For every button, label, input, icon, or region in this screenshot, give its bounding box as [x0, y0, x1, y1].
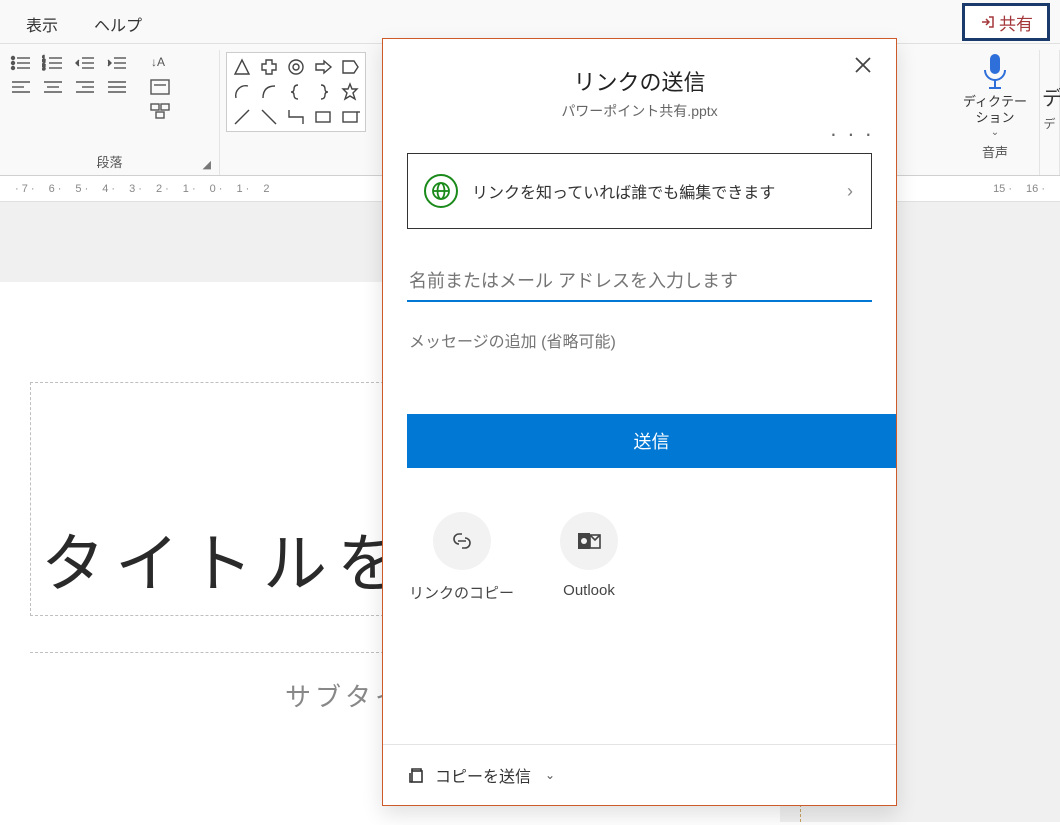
align-justify-button[interactable]	[102, 76, 132, 98]
close-icon	[854, 56, 872, 74]
share-options: リンクのコピー Outlook	[409, 512, 896, 603]
shape-arc-icon[interactable]	[229, 80, 256, 105]
shape-line2-icon[interactable]	[256, 104, 283, 129]
shape-connector-icon[interactable]	[256, 80, 283, 105]
align-right-button[interactable]	[70, 76, 100, 98]
message-input[interactable]	[407, 326, 872, 356]
shape-rect-icon[interactable]	[309, 104, 336, 129]
chevron-down-icon: ⌄	[991, 127, 999, 138]
chevron-right-icon: ›	[847, 181, 853, 202]
more-options-button[interactable]: · · ·	[830, 121, 874, 147]
align-center-button[interactable]	[38, 76, 68, 98]
decrease-indent-button[interactable]	[70, 52, 100, 74]
shape-more-icon[interactable]	[336, 104, 363, 129]
convert-smartart-button[interactable]	[145, 100, 175, 122]
outlook-option[interactable]: Outlook	[560, 512, 618, 603]
dialog-filename: パワーポイント共有.pptx	[403, 101, 876, 121]
tab-help[interactable]: ヘルプ	[76, 0, 160, 43]
svg-text:3: 3	[42, 66, 46, 72]
link-icon	[433, 512, 491, 570]
shape-line-icon[interactable]	[229, 104, 256, 129]
dictation-button[interactable]: ディクテー ション ⌄	[963, 52, 1027, 138]
share-dialog: リンクの送信 パワーポイント共有.pptx · · · リンクを知っていれば誰で…	[382, 38, 897, 806]
paragraph-dialog-launcher-icon[interactable]: ◢	[203, 158, 211, 171]
shapes-group	[220, 50, 380, 175]
partial-group: デ デ	[1040, 50, 1060, 175]
shape-triangle-icon[interactable]	[229, 55, 256, 80]
dialog-title: リンクの送信	[403, 65, 876, 97]
shape-brace-right-icon[interactable]	[309, 80, 336, 105]
send-copy-button[interactable]: コピーを送信 ⌄	[383, 744, 896, 805]
chevron-down-icon: ⌄	[545, 768, 555, 782]
microphone-icon	[979, 52, 1011, 92]
numbering-button[interactable]: 123	[38, 52, 68, 74]
shape-star-icon[interactable]	[336, 80, 363, 105]
align-text-button[interactable]	[145, 76, 175, 98]
shape-plus-icon[interactable]	[256, 55, 283, 80]
paragraph-group: 123 ↓A 段落 ◢	[0, 50, 220, 175]
share-button[interactable]: 共有	[962, 3, 1050, 41]
shape-arrow-right-icon[interactable]	[309, 55, 336, 80]
link-scope-selector[interactable]: リンクを知っていれば誰でも編集できます ›	[407, 153, 872, 229]
recipient-input[interactable]	[407, 263, 872, 302]
send-button[interactable]: 送信	[407, 414, 896, 468]
svg-text:↓A: ↓A	[151, 55, 165, 69]
align-left-button[interactable]	[6, 76, 36, 98]
shape-donut-icon[interactable]	[283, 55, 310, 80]
voice-group-label: 音声	[963, 138, 1027, 163]
close-button[interactable]	[848, 53, 878, 81]
text-direction-button[interactable]: ↓A	[145, 52, 175, 74]
copy-icon	[407, 766, 425, 784]
copy-link-option[interactable]: リンクのコピー	[409, 512, 514, 603]
bullets-button[interactable]	[6, 52, 36, 74]
shape-elbow-icon[interactable]	[283, 104, 310, 129]
globe-icon	[424, 174, 458, 208]
increase-indent-button[interactable]	[102, 52, 132, 74]
paragraph-group-label: 段落	[96, 155, 122, 170]
tab-view[interactable]: 表示	[8, 0, 76, 43]
outlook-icon	[560, 512, 618, 570]
shape-pentagon-icon[interactable]	[336, 55, 363, 80]
share-icon	[979, 14, 995, 30]
shapes-gallery[interactable]	[226, 52, 366, 132]
shape-brace-left-icon[interactable]	[283, 80, 310, 105]
voice-group: ディクテー ション ⌄ 音声	[951, 50, 1040, 175]
